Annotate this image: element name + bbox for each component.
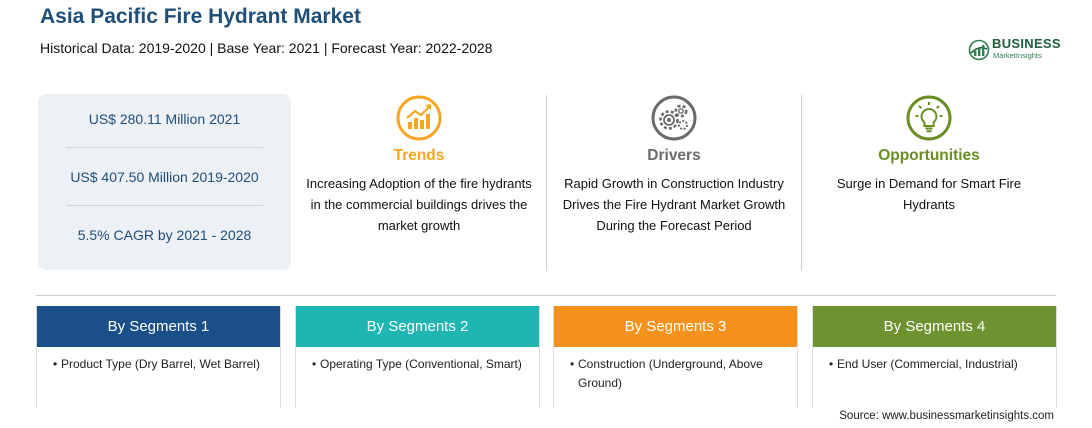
page-subtitle: Historical Data: 2019-2020 | Base Year: …	[40, 40, 493, 56]
drivers-title: Drivers	[647, 147, 701, 164]
segment-card-1: By Segments 1 Product Type (Dry Barrel, …	[36, 306, 281, 408]
company-logo: BUSINESS MarketInsights	[968, 36, 1068, 64]
segment-card-2: By Segments 2 Operating Type (Convention…	[295, 306, 540, 408]
column-divider	[546, 95, 547, 271]
segment-title: By Segments 1	[37, 306, 280, 347]
logo-globe-icon	[968, 39, 990, 61]
logo-name: BUSINESS	[992, 36, 1061, 51]
stat-divider	[66, 147, 263, 148]
segment-item: End User (Commercial, Industrial)	[829, 355, 1046, 374]
stat-divider	[66, 205, 263, 206]
opportunities-title: Opportunities	[878, 147, 980, 164]
segment-title: By Segments 3	[554, 306, 797, 347]
segment-card-3: By Segments 3 Construction (Underground,…	[553, 306, 798, 408]
trend-chart-icon	[396, 95, 442, 141]
segment-item: Operating Type (Conventional, Smart)	[312, 355, 529, 374]
page-title: Asia Pacific Fire Hydrant Market	[40, 5, 361, 28]
gears-icon	[651, 95, 697, 141]
stat-market-size-2021: US$ 280.11 Million 2021	[88, 111, 241, 127]
section-divider	[36, 295, 1056, 296]
opportunities-column: Opportunities Surge in Demand for Smart …	[804, 95, 1054, 215]
opportunities-text: Surge in Demand for Smart Fire Hydrants	[836, 176, 1022, 212]
segment-item: Product Type (Dry Barrel, Wet Barrel)	[53, 355, 270, 374]
trends-column: Trends Increasing Adoption of the fire h…	[294, 95, 544, 236]
segment-title: By Segments 2	[296, 306, 539, 347]
trends-text: Increasing Adoption of the fire hydrants…	[306, 176, 532, 233]
segment-item: Construction (Underground, Above Ground)	[570, 355, 787, 393]
drivers-column: Drivers Rapid Growth in Construction Ind…	[549, 95, 799, 236]
column-divider	[801, 95, 802, 271]
trends-title: Trends	[393, 147, 445, 164]
market-stats-panel: US$ 280.11 Million 2021 US$ 407.50 Milli…	[38, 94, 291, 270]
drivers-text: Rapid Growth in Construction Industry Dr…	[562, 176, 786, 233]
logo-tagline: MarketInsights	[993, 51, 1042, 60]
source-note: Source: www.businessmarketinsights.com	[839, 410, 1054, 422]
stat-cagr: 5.5% CAGR by 2021 - 2028	[77, 227, 252, 243]
segment-card-4: By Segments 4 End User (Commercial, Indu…	[812, 306, 1057, 408]
segment-title: By Segments 4	[813, 306, 1056, 347]
stat-market-size-historical: US$ 407.50 Million 2019-2020	[70, 169, 259, 185]
lightbulb-icon	[906, 95, 952, 141]
